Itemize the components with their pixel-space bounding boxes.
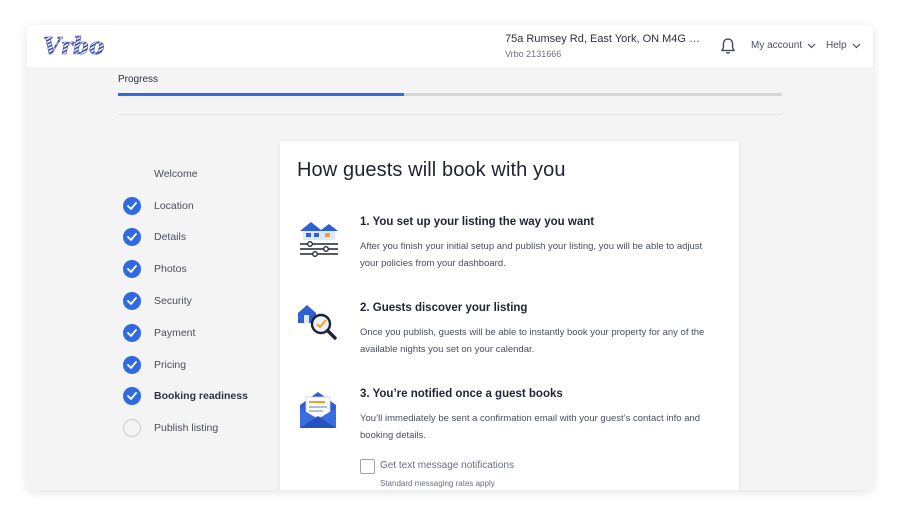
step-label: Security	[154, 295, 192, 308]
info-item-heading: 2. Guests discover your listing	[360, 302, 528, 314]
step-label: Welcome	[154, 167, 198, 180]
progress-bar	[118, 93, 782, 96]
step-details[interactable]: Details	[123, 222, 293, 254]
step-booking-readiness[interactable]: Booking readiness	[123, 381, 293, 413]
listing-address: 75a Rumsey Rd, East York, ON M4G 1N...	[505, 33, 705, 45]
listing-address-block[interactable]: 75a Rumsey Rd, East York, ON M4G 1N... V…	[505, 33, 705, 59]
step-label: Location	[154, 199, 194, 212]
info-item-text: Once you publish, guests will be able to…	[360, 327, 705, 355]
sms-rates-note: Standard messaging rates apply	[380, 479, 495, 488]
divider	[118, 114, 782, 115]
bell-icon[interactable]	[720, 37, 736, 55]
help-menu[interactable]: Help	[826, 40, 861, 51]
house-settings-icon	[297, 216, 341, 260]
top-bar: Vrbo 75a Rumsey Rd, East York, ON M4G 1N…	[27, 25, 873, 67]
check-circle-icon	[123, 260, 141, 279]
setup-steps-nav: Welcome Location Details Photos Security Paym…	[123, 158, 293, 444]
step-photos[interactable]: Photos	[123, 253, 293, 285]
step-label: Payment	[154, 326, 196, 339]
step-publish-listing[interactable]: Publish listing	[123, 412, 293, 444]
step-label: Pricing	[154, 358, 187, 371]
check-circle-icon	[123, 228, 141, 247]
listing-id: Vrbo 2131666	[505, 49, 562, 59]
envelope-icon	[297, 388, 341, 432]
progress-label: Progress	[118, 74, 159, 85]
sms-checkbox-label[interactable]: Get text message notifications	[380, 460, 514, 471]
step-pricing[interactable]: Pricing	[123, 349, 293, 381]
step-location[interactable]: Location	[123, 190, 293, 222]
svg-text:Vrbo: Vrbo	[43, 33, 104, 59]
chevron-down-icon	[807, 43, 816, 48]
step-label: Photos	[154, 263, 187, 276]
help-label: Help	[826, 40, 847, 51]
step-label: Booking readiness	[154, 390, 248, 403]
step-label: Publish listing	[154, 422, 219, 435]
my-account-label: My account	[751, 40, 803, 51]
info-item-text: After you finish your initial setup and …	[360, 241, 703, 269]
sms-checkbox[interactable]	[360, 459, 375, 474]
vrbo-logo[interactable]: Vrbo	[41, 33, 131, 59]
house-magnifier-icon	[297, 302, 341, 346]
step-label: Details	[154, 231, 187, 244]
check-circle-icon	[123, 387, 141, 406]
info-item-heading: 1. You set up your listing the way you w…	[360, 216, 595, 228]
empty-circle-icon	[123, 419, 141, 438]
chevron-down-icon	[852, 43, 861, 48]
content-card: How guests will book with you 1. You set…	[280, 141, 739, 490]
check-circle-icon	[123, 355, 141, 374]
info-item-heading: 3. You’re notified once a guest books	[360, 388, 563, 400]
app-window: Vrbo 75a Rumsey Rd, East York, ON M4G 1N…	[27, 25, 873, 490]
page-title: How guests will book with you	[297, 159, 566, 181]
progress-bar-fill	[118, 93, 404, 96]
info-item-text: You’ll immediately be sent a confirmatio…	[360, 413, 701, 441]
step-welcome[interactable]: Welcome	[123, 158, 293, 190]
check-circle-icon	[123, 196, 141, 215]
step-security[interactable]: Security	[123, 285, 293, 317]
check-circle-icon	[123, 323, 141, 342]
check-circle-icon	[123, 292, 141, 311]
step-payment[interactable]: Payment	[123, 317, 293, 349]
my-account-menu[interactable]: My account	[751, 40, 816, 51]
